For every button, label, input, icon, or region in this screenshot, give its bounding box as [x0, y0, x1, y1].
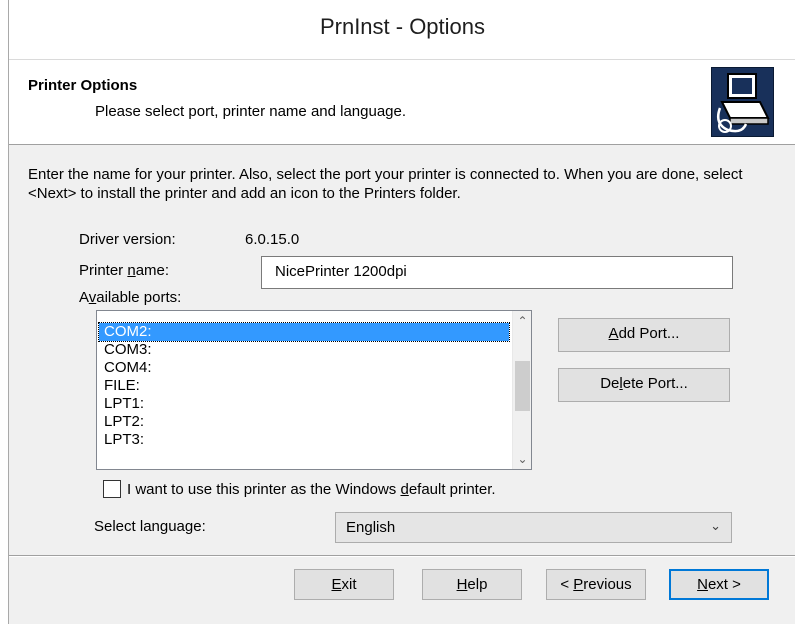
language-select[interactable]: English ⌄ [335, 512, 732, 543]
footer-divider-highlight [9, 556, 795, 557]
port-item[interactable]: COM4: [99, 359, 509, 377]
next-button[interactable]: Next > [669, 569, 769, 600]
instructions-text: Enter the name for your printer. Also, s… [28, 166, 743, 202]
previous-button[interactable]: < Previous [546, 569, 646, 600]
port-item[interactable]: LPT2: [99, 413, 509, 431]
header-subtitle: Please select port, printer name and lan… [95, 103, 407, 120]
help-button[interactable]: Help [422, 569, 522, 600]
default-printer-label[interactable]: I want to use this printer as the Window… [127, 481, 496, 498]
driver-version-label: Driver version: [79, 231, 176, 248]
port-item[interactable]: COM3: [99, 341, 509, 359]
port-item[interactable]: COM2: [98, 322, 510, 342]
driver-version-value: 6.0.15.0 [245, 231, 300, 248]
title-bar[interactable]: PrnInst - Options [9, 0, 795, 60]
scrollbar-thumb[interactable] [515, 361, 530, 411]
scroll-down-icon[interactable]: ⌄ [513, 449, 531, 469]
wizard-header: Printer Options Please select port, prin… [9, 60, 795, 145]
port-item[interactable]: LPT3: [99, 431, 509, 449]
printer-name-input[interactable]: NicePrinter 1200dpi [261, 256, 733, 289]
exit-button[interactable]: Exit [294, 569, 394, 600]
language-selected-value: English [346, 519, 396, 536]
select-language-label: Select language: [94, 518, 206, 535]
available-ports-label: Available ports: [79, 289, 182, 306]
port-item[interactable]: LPT1: [99, 395, 509, 413]
ports-listbox[interactable]: COM2: COM3: COM4: FILE: LPT1: LPT2: LPT3… [96, 310, 532, 470]
chevron-down-icon: ⌄ [710, 518, 721, 533]
printer-install-icon [711, 67, 774, 137]
printer-name-label: Printer name: [79, 262, 170, 279]
header-title: Printer Options [28, 77, 138, 94]
scroll-up-icon[interactable]: ⌃ [513, 311, 531, 331]
add-port-button[interactable]: Add Port... [558, 318, 730, 352]
delete-port-button[interactable]: Delete Port... [558, 368, 730, 402]
window-title: PrnInst - Options [319, 14, 486, 39]
ports-scrollbar[interactable]: ⌃ ⌄ [512, 311, 531, 469]
default-printer-checkbox[interactable] [103, 480, 121, 498]
port-item[interactable]: FILE: [99, 377, 509, 395]
dialog-window: PrnInst - Options Printer Options Please… [8, 0, 795, 624]
